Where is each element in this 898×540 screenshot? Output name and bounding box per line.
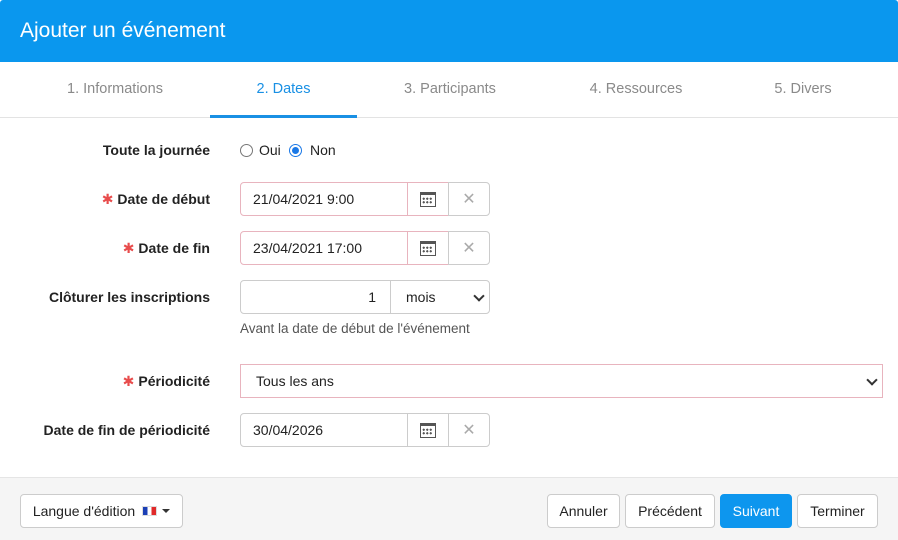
finish-button[interactable]: Terminer <box>797 494 878 528</box>
cancel-button[interactable]: Annuler <box>547 494 620 528</box>
end-date-input[interactable]: 23/04/2021 17:00 <box>240 231 408 265</box>
calendar-icon <box>420 422 436 438</box>
close-registration-help: Avant la date de début de l'événement <box>240 321 470 336</box>
start-date-input[interactable]: 21/04/2021 9:00 <box>240 182 408 216</box>
end-date-label-text: Date de fin <box>138 240 210 256</box>
close-registration-label: Clôturer les inscriptions <box>48 289 210 305</box>
all-day-no-radio[interactable] <box>289 144 302 157</box>
close-icon: ✕ <box>462 191 476 208</box>
recurrence-end-clear-button[interactable]: ✕ <box>448 413 490 447</box>
recurrence-end-input[interactable]: 30/04/2026 <box>240 413 408 447</box>
previous-button[interactable]: Précédent <box>625 494 715 528</box>
caret-down-icon <box>162 509 171 513</box>
recurrence-end-label: Date de fin de périodicité <box>43 422 210 438</box>
start-date-label-text: Date de début <box>117 191 210 207</box>
language-dropdown-button[interactable]: Langue d'édition <box>20 494 183 528</box>
calendar-icon <box>420 191 436 207</box>
start-date-clear-button[interactable]: ✕ <box>448 182 490 216</box>
tab-divers[interactable]: 5. Divers <box>729 62 877 118</box>
all-day-no-label[interactable]: Non <box>310 142 336 158</box>
modal-footer: Langue d'édition Annuler Précédent Suiva… <box>0 477 898 540</box>
next-button[interactable]: Suivant <box>720 494 792 528</box>
close-registration-value-input[interactable]: 1 <box>240 280 391 314</box>
recurrence-label-text: Périodicité <box>138 373 210 389</box>
end-date-calendar-button[interactable] <box>407 231 449 265</box>
france-flag-icon <box>142 506 158 516</box>
recurrence-select[interactable]: Tous les ans <box>240 364 883 398</box>
wizard-tabs: 1. Informations 2. Dates 3. Participants… <box>0 62 898 118</box>
modal-header: Ajouter un événement <box>0 0 898 62</box>
recurrence-label: ✱ Périodicité <box>123 373 210 390</box>
close-registration-unit-select[interactable]: mois <box>390 280 490 314</box>
all-day-yes-label[interactable]: Oui <box>259 142 281 158</box>
end-date-clear-button[interactable]: ✕ <box>448 231 490 265</box>
tab-participants[interactable]: 3. Participants <box>357 62 543 118</box>
chevron-down-icon <box>473 290 485 302</box>
start-date-calendar-button[interactable] <box>407 182 449 216</box>
close-icon: ✕ <box>462 422 476 439</box>
recurrence-value: Tous les ans <box>256 373 334 389</box>
all-day-yes-radio[interactable] <box>240 144 253 157</box>
calendar-icon <box>420 240 436 256</box>
end-date-label: ✱ Date de fin <box>123 240 210 257</box>
required-marker: ✱ <box>122 240 135 256</box>
tab-dates[interactable]: 2. Dates <box>210 62 357 118</box>
tab-informations[interactable]: 1. Informations <box>20 62 210 118</box>
close-icon: ✕ <box>462 240 476 257</box>
modal-title: Ajouter un événement <box>20 19 226 42</box>
chevron-down-icon <box>866 374 878 386</box>
close-registration-unit-value: mois <box>406 289 436 305</box>
language-label: Langue d'édition <box>32 503 136 519</box>
required-marker: ✱ <box>101 191 114 207</box>
tab-ressources[interactable]: 4. Ressources <box>543 62 729 118</box>
start-date-label: ✱ Date de début <box>102 191 210 208</box>
recurrence-end-calendar-button[interactable] <box>407 413 449 447</box>
all-day-label: Toute la journée <box>102 142 210 158</box>
required-marker: ✱ <box>122 373 135 389</box>
